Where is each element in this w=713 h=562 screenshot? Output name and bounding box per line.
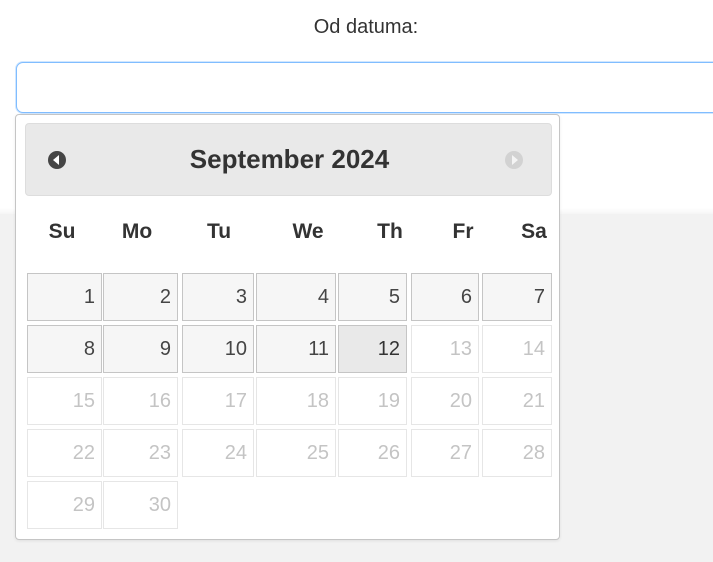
weekday-label: Mo xyxy=(121,220,153,243)
calendar-day-disabled: 15 xyxy=(27,377,102,425)
weekday-label: Su xyxy=(48,220,76,243)
weekday-label: Fr xyxy=(452,220,474,243)
calendar-day[interactable]: 1 xyxy=(27,273,102,321)
calendar-day[interactable]: 11 xyxy=(256,325,336,373)
calendar-day-disabled: 22 xyxy=(27,429,102,477)
weekday-label: Th xyxy=(377,220,403,243)
calendar-day-disabled: 23 xyxy=(103,429,178,477)
calendar-day[interactable]: 10 xyxy=(182,325,254,373)
weekday-header-row: Su Mo Tu We Th Fr Sa xyxy=(25,220,553,250)
calendar-day[interactable]: 9 xyxy=(103,325,178,373)
calendar-day-disabled: 25 xyxy=(256,429,336,477)
datepicker: September 2024 Su Mo Tu We Th Fr Sa 1 2 … xyxy=(15,114,560,540)
calendar-day-disabled: 20 xyxy=(411,377,479,425)
calendar-day[interactable]: 8 xyxy=(27,325,102,373)
calendar-day-disabled: 13 xyxy=(411,325,479,373)
datepicker-month-title: September 2024 xyxy=(189,144,390,174)
weekday-label: We xyxy=(292,220,324,243)
calendar-day-disabled: 19 xyxy=(338,377,407,425)
calendar-day-disabled: 21 xyxy=(482,377,552,425)
calendar-day[interactable]: 2 xyxy=(103,273,178,321)
date-from-label: Od datuma: xyxy=(313,16,419,38)
calendar-day[interactable]: 3 xyxy=(182,273,254,321)
calendar-day-disabled: 30 xyxy=(103,481,178,529)
weekday-label: Sa xyxy=(521,220,547,243)
calendar-day[interactable]: 7 xyxy=(482,273,552,321)
calendar-day-disabled: 26 xyxy=(338,429,407,477)
calendar-day[interactable]: 6 xyxy=(411,273,479,321)
calendar-day-disabled: 29 xyxy=(27,481,102,529)
calendar-day-disabled: 24 xyxy=(182,429,254,477)
calendar-day-disabled: 28 xyxy=(482,429,552,477)
calendar-day-disabled: 14 xyxy=(482,325,552,373)
date-from-input[interactable] xyxy=(16,62,713,113)
datepicker-calendar-grid: 1 2 3 4 5 6 7 8 9 10 11 12 13 14 15 16 1… xyxy=(25,271,553,531)
calendar-day-disabled: 27 xyxy=(411,429,479,477)
calendar-day-disabled: 16 xyxy=(103,377,178,425)
calendar-day-disabled: 17 xyxy=(182,377,254,425)
datepicker-header: September 2024 xyxy=(25,123,552,196)
calendar-day[interactable]: 4 xyxy=(256,273,336,321)
calendar-day-disabled: 18 xyxy=(256,377,336,425)
calendar-day[interactable]: 5 xyxy=(338,273,407,321)
calendar-day-today[interactable]: 12 xyxy=(338,325,407,373)
chevron-right-circle-icon xyxy=(505,151,523,169)
weekday-label: Tu xyxy=(206,220,232,243)
